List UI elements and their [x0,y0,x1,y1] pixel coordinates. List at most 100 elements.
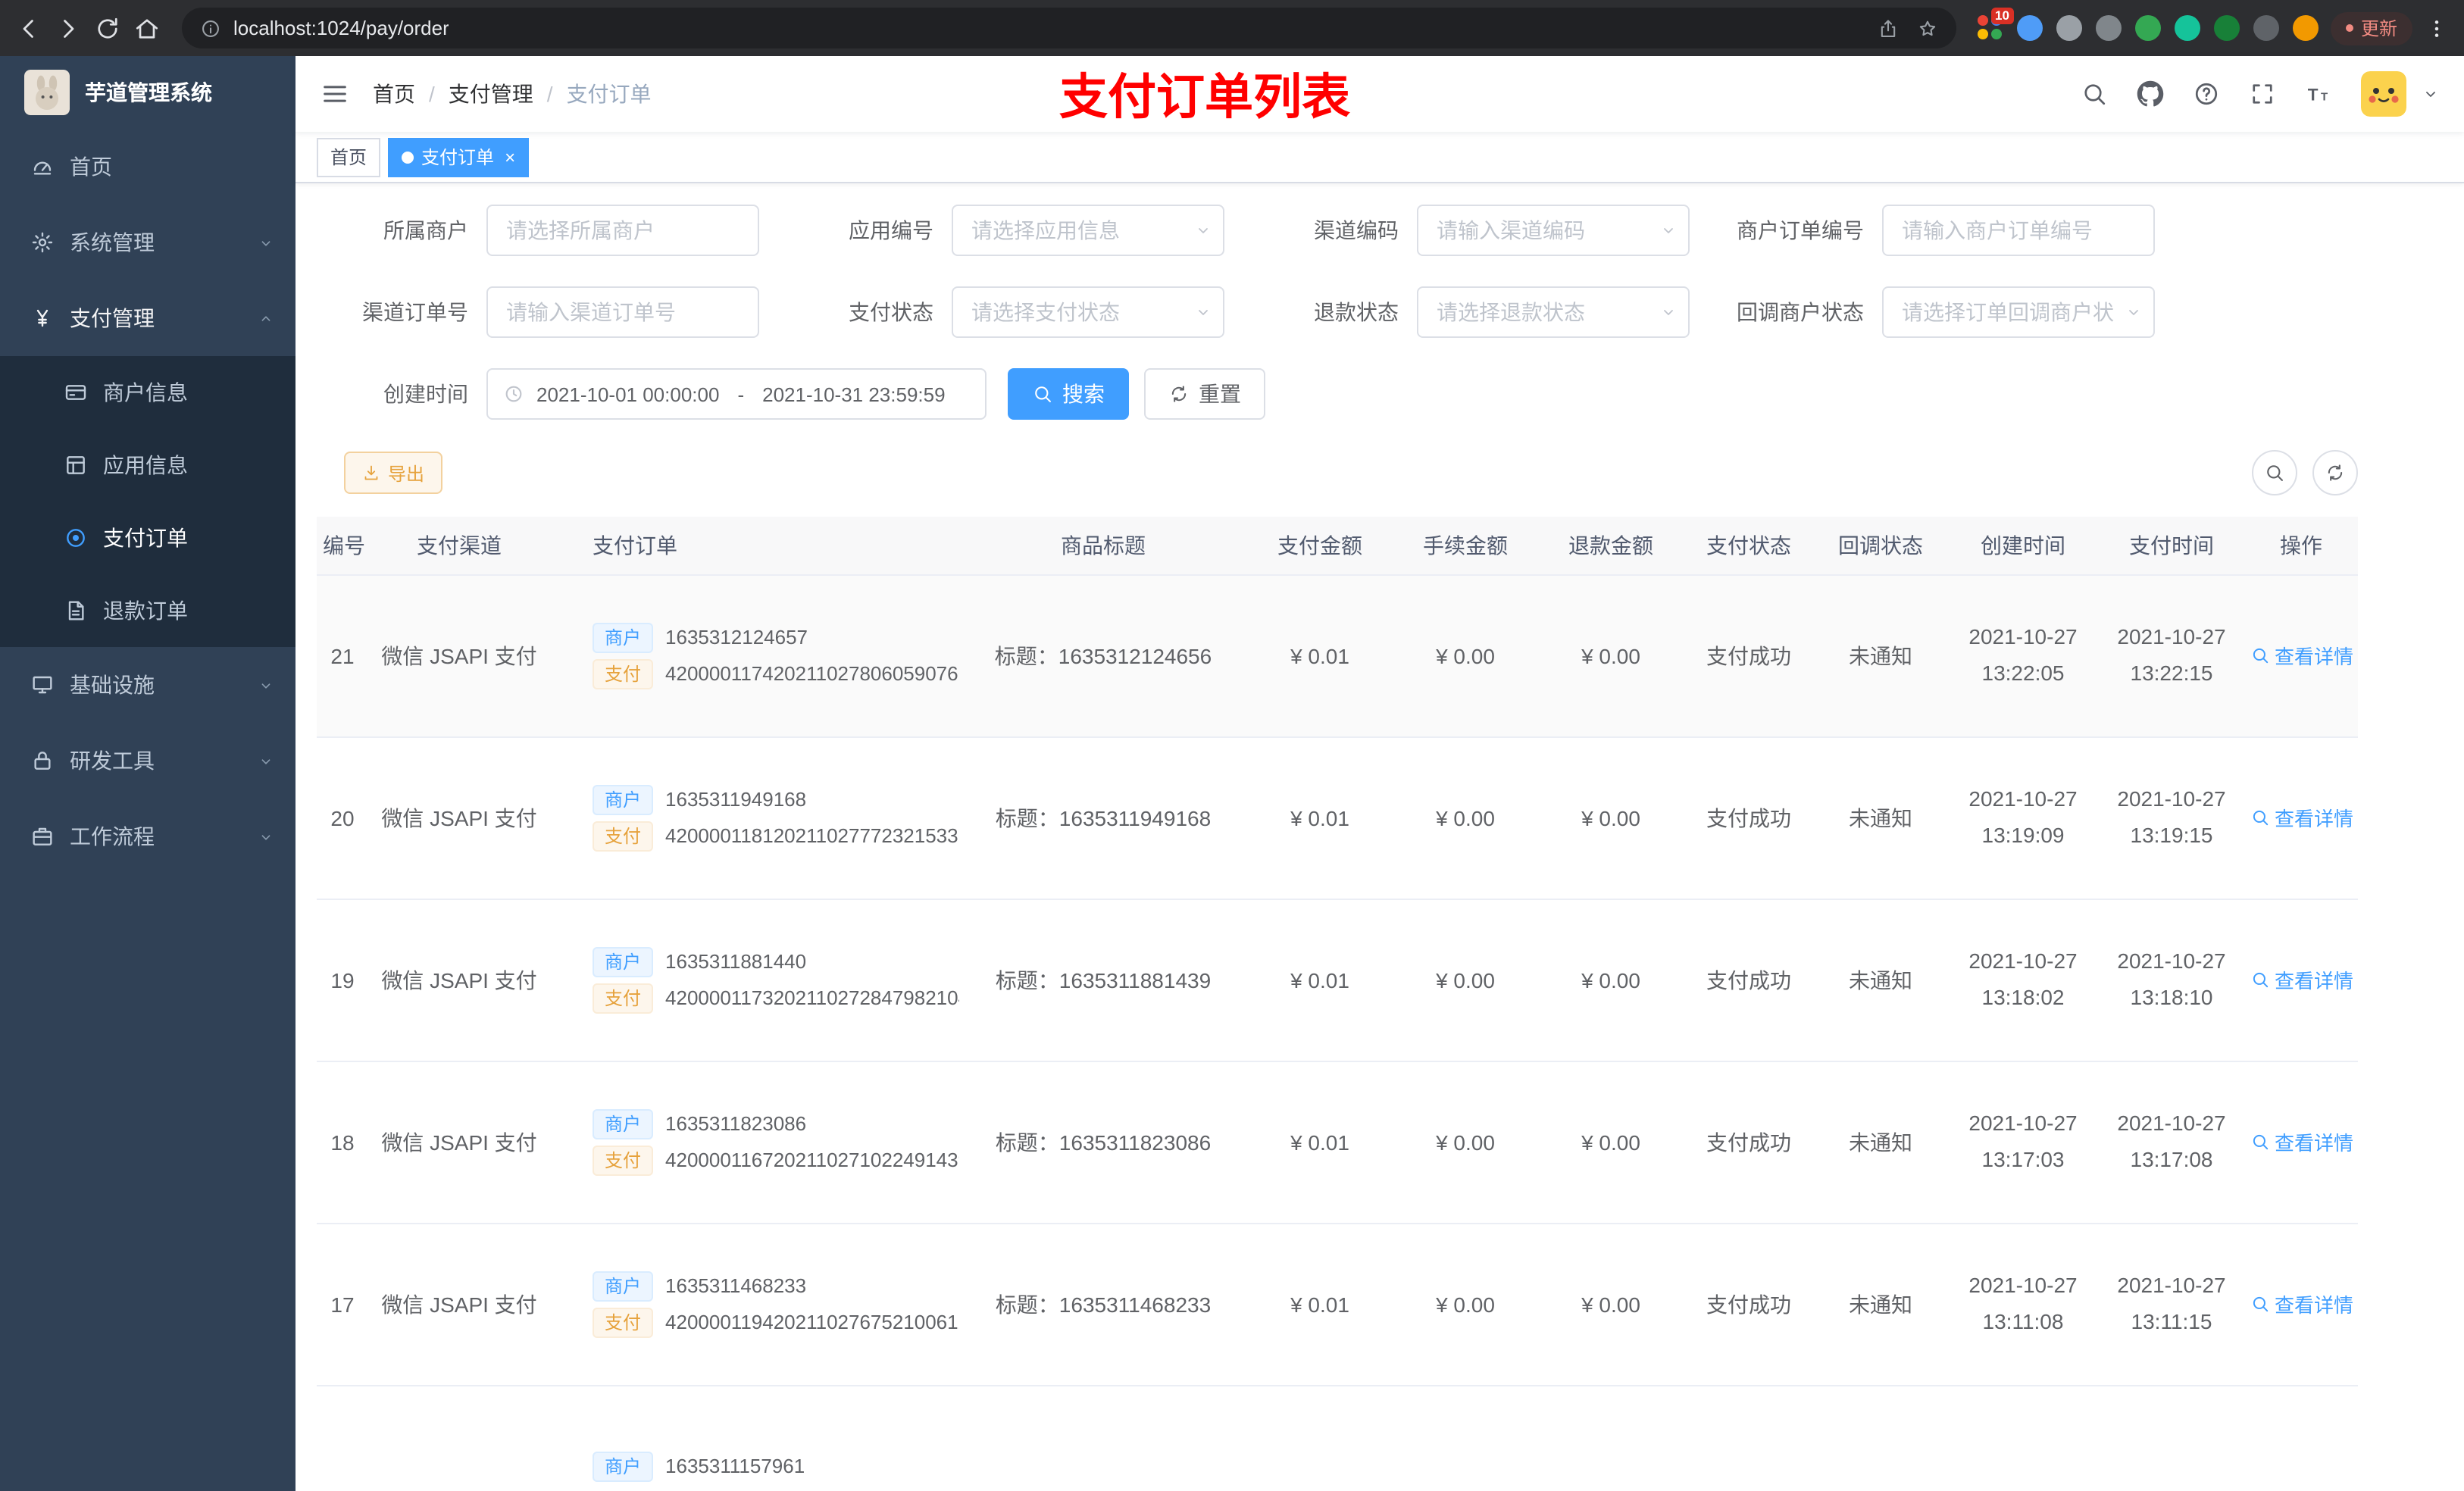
view-detail-link[interactable]: 查看详情 [2250,641,2353,670]
toggle-search-icon [2264,462,2285,483]
browser-forward-icon[interactable] [55,14,82,42]
dark-extension-icon[interactable] [2056,15,2082,41]
search-button[interactable]: 搜索 [1008,368,1129,420]
notify-status-cell: 未通知 [1814,574,1947,737]
navbar: 首页 / 支付管理 / 支付订单 支付订单列表 TT [295,56,2464,132]
gray-extension-icon[interactable] [2095,15,2122,41]
refresh-table-button[interactable] [2312,450,2358,495]
check-extension-icon[interactable] [2174,15,2200,41]
pay-amount-cell: ¥ 0.01 [1247,736,1393,899]
select-field[interactable] [1417,205,1690,256]
column-header: 手续金额 [1393,517,1538,575]
github-icon[interactable] [2137,80,2164,108]
merchant-icon [64,380,88,405]
fullscreen-icon[interactable] [2249,80,2276,108]
filter-row-date: 创建时间 2021-10-01 00:00:00 - 2021-10-31 23… [317,368,2358,420]
font-size-icon[interactable]: TT [2305,80,2332,108]
sidebar-item-工作流程[interactable]: 工作流程 [0,799,295,874]
refund-amount-cell: ¥ 0.00 [1538,574,1684,737]
puzzle-extension-icon[interactable] [2253,15,2279,41]
table-row: 20 微信 JSAPI 支付 商户 1635311949168 支付 4200001181… [317,736,2358,899]
user-avatar[interactable] [2361,71,2406,117]
drop-extension-icon[interactable] [2016,15,2043,41]
select-field[interactable] [952,286,1224,338]
filter-item-退款状态: 退款状态 [1265,286,1690,338]
input-field[interactable] [486,205,759,256]
filter-select [952,205,1224,256]
bookmark-star-icon[interactable] [1917,17,1938,39]
browser-reload-icon[interactable] [94,14,121,42]
sidebar-item-基础设施[interactable]: 基础设施 [0,647,295,723]
filter-form: 所属商户 应用编号 渠道编码 商户订单编号渠道订单号 支付状态 退款状态 回调商户状态 创建… [317,205,2358,420]
merchant-order-line: 商户 1635311881440 [593,946,953,977]
help-icon[interactable] [2193,80,2220,108]
sidebar-item-首页[interactable]: 首页 [0,129,295,205]
pay-order-no: 4200001181202110277723215336 [665,824,959,847]
dots-grid-extension-icon[interactable]: 10 [1977,8,2014,41]
sidebar-toggle-icon[interactable] [320,79,350,109]
pay-time-cell: 2021-10-27 13:22:15 [2099,574,2244,737]
close-tab-icon[interactable]: × [505,148,515,166]
date-range-picker[interactable]: 2021-10-01 00:00:00 - 2021-10-31 23:59:5… [486,368,987,420]
column-header: 支付订单 [550,517,959,575]
notify-status-cell: 未通知 [1814,736,1947,899]
pay-amount-cell: ¥ 0.01 [1247,1223,1393,1386]
view-detail-label: 查看详情 [2275,645,2354,668]
input-field[interactable] [486,286,759,338]
sidebar-item-系统管理[interactable]: 系统管理 [0,205,295,280]
sidebar-item-应用信息[interactable]: 应用信息 [0,429,295,502]
browser-update-button[interactable]: 更新 [2330,11,2412,45]
browser-home-icon[interactable] [133,14,161,42]
book-extension-icon[interactable] [2213,15,2240,41]
date-separator: - [737,383,745,405]
orders-table: 编号 支付渠道 支付订单 商品标题 支付金额 手续金额 退款金额 支付状态 回调状态 创建时间 支付… [317,517,2358,1491]
svg-text:T: T [2308,85,2319,104]
order-id-cell: 19 [317,899,368,1061]
face-extension-icon[interactable] [2292,15,2319,41]
url-bar[interactable]: localhost:1024/pay/order [182,8,1956,48]
download-icon [362,464,380,482]
pay-tag: 支付 [593,1307,654,1337]
channel-cell: 微信 JSAPI 支付 [368,899,550,1061]
merchant-tag: 商户 [593,784,654,814]
browser-back-icon[interactable] [15,14,42,42]
pay-order-cell: 商户 1635311157961 [550,1385,959,1491]
merchant-order-no: 1635311881440 [665,950,807,973]
sidebar-item-退款订单[interactable]: 退款订单 [0,574,295,647]
column-header: 支付金额 [1247,517,1393,575]
filter-item-create-time: 创建时间 2021-10-01 00:00:00 - 2021-10-31 23… [335,368,1265,420]
view-detail-link[interactable]: 查看详情 [2250,965,2353,994]
search-icon [2250,970,2270,989]
breadcrumb-item[interactable]: 首页 [373,79,415,109]
view-detail-link[interactable]: 查看详情 [2250,803,2353,832]
view-detail-link[interactable]: 查看详情 [2250,1127,2353,1156]
share-icon[interactable] [1878,17,1899,39]
site-info-icon[interactable] [200,17,221,39]
select-field[interactable] [1882,286,2155,338]
view-detail-label: 查看详情 [2275,1294,2354,1317]
sidebar-item-支付管理[interactable]: 支付管理 [0,280,295,356]
fee-amount-cell: ¥ 0.00 [1393,1223,1538,1386]
caret-down-icon [258,828,274,845]
header-search-icon[interactable] [2081,80,2108,108]
tab-首页[interactable]: 首页 [317,137,381,177]
pay-amount-cell: ¥ 0.01 [1247,899,1393,1061]
tab-支付订单[interactable]: 支付订单 × [388,137,530,177]
view-detail-link[interactable]: 查看详情 [2250,1289,2353,1318]
reset-button[interactable]: 重置 [1144,368,1265,420]
input-field[interactable] [1882,205,2155,256]
user-menu-caret-icon[interactable] [2422,85,2440,103]
channel-cell [368,1385,550,1491]
pay-status-cell: 支付成功 [1684,736,1814,899]
select-field[interactable] [952,205,1224,256]
green-extension-icon[interactable] [2134,15,2161,41]
export-button[interactable]: 导出 [344,452,443,494]
select-field[interactable] [1417,286,1690,338]
sidebar-item-研发工具[interactable]: 研发工具 [0,723,295,799]
toggle-search-button[interactable] [2252,450,2297,495]
breadcrumb-item[interactable]: 支付管理 [449,79,533,109]
browser-menu-icon[interactable] [2425,16,2449,40]
pay-tag: 支付 [593,658,654,689]
sidebar-item-商户信息[interactable]: 商户信息 [0,356,295,429]
sidebar-item-支付订单[interactable]: 支付订单 [0,502,295,574]
